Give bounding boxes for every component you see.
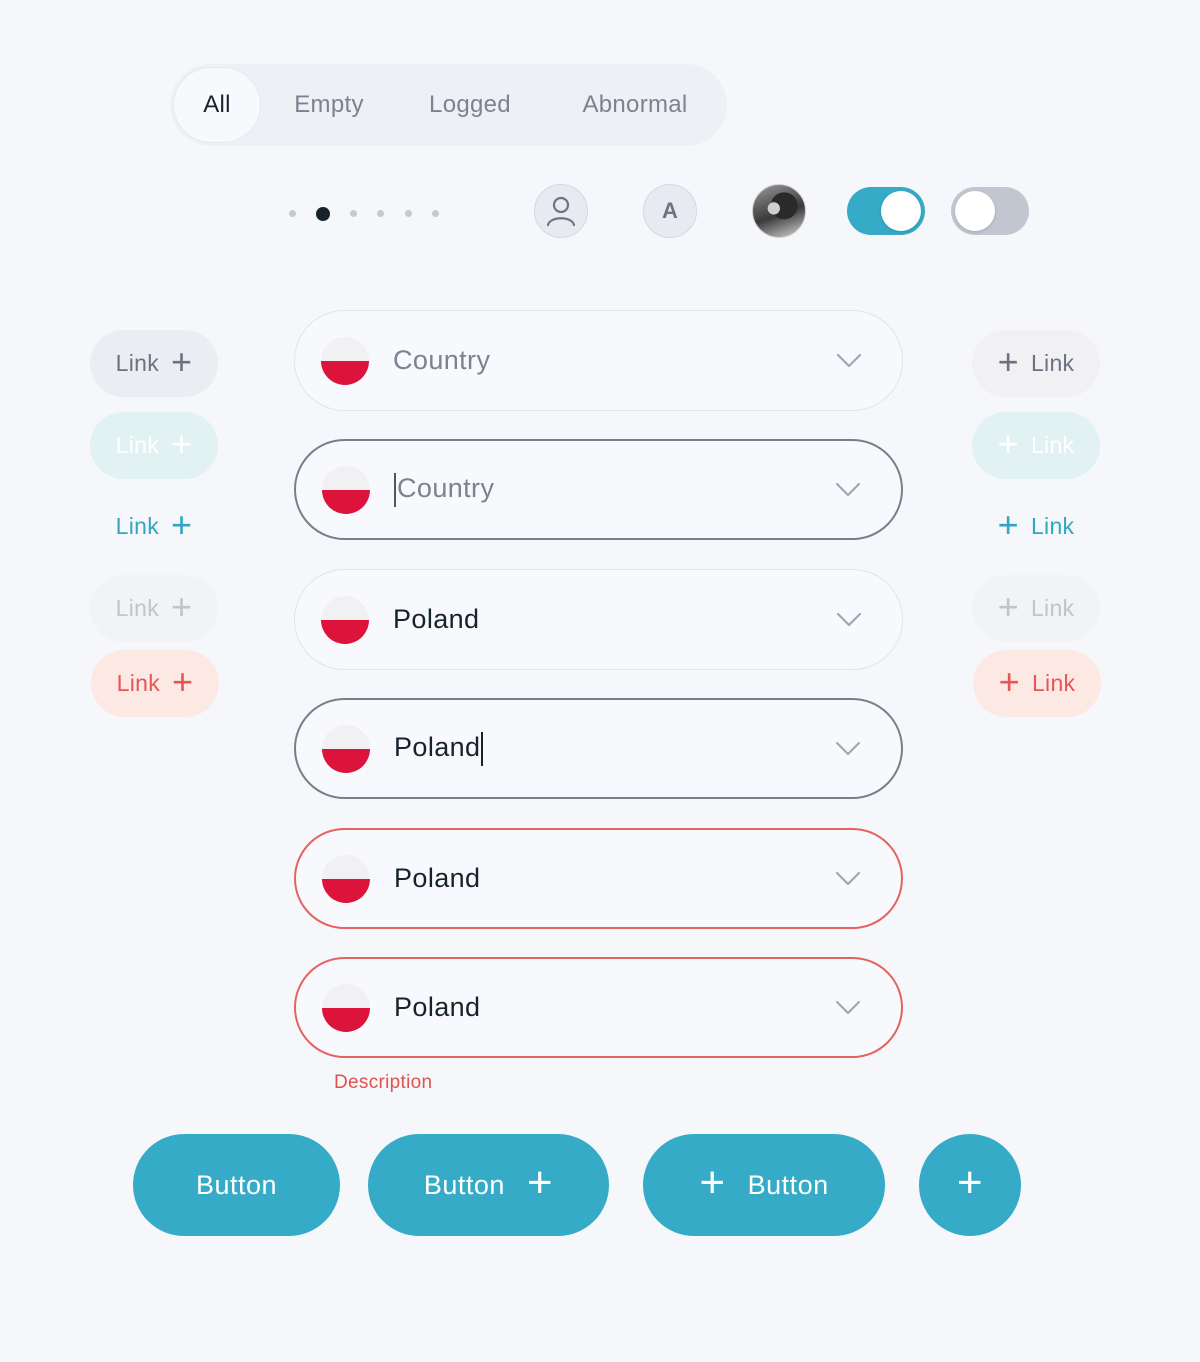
link-chip-hover[interactable]: Link + xyxy=(90,412,218,479)
chevron-down-icon xyxy=(836,612,862,626)
poland-flag-icon xyxy=(322,983,370,1032)
chevron-down-icon xyxy=(835,1000,861,1014)
plus-icon: + xyxy=(997,340,1019,382)
pagination-dot[interactable] xyxy=(377,210,384,217)
country-select-error-description[interactable]: Poland xyxy=(294,957,903,1058)
pagination-dot[interactable] xyxy=(405,210,412,217)
avatar-empty[interactable] xyxy=(534,184,588,238)
pagination-dot[interactable] xyxy=(432,210,439,217)
link-label: Link xyxy=(1031,670,1076,696)
country-select-focused[interactable]: Country xyxy=(294,439,903,540)
toggle-on[interactable] xyxy=(847,187,925,235)
country-select-filled-focused[interactable]: Poland xyxy=(294,698,903,799)
button-label: Button xyxy=(423,1169,505,1200)
segmented-control: All Empty Logged Abnormal xyxy=(170,64,727,146)
country-select-error[interactable]: Poland xyxy=(294,828,903,929)
pagination-dot[interactable] xyxy=(350,210,357,217)
poland-flag-icon xyxy=(322,465,370,514)
plus-icon: + xyxy=(171,585,193,627)
poland-flag-icon xyxy=(322,854,370,903)
plus-icon: + xyxy=(526,1157,554,1207)
field-error-description: Description xyxy=(334,1072,433,1093)
plus-icon: + xyxy=(171,340,193,382)
text-cursor xyxy=(394,472,396,507)
link-label: Link xyxy=(115,595,160,621)
select-value-text: Poland xyxy=(394,731,481,762)
avatar-letter: A xyxy=(662,198,678,223)
icon-button-add[interactable]: + xyxy=(919,1134,1021,1236)
link-chip-ghost[interactable]: + Link xyxy=(972,493,1100,560)
plus-icon: + xyxy=(997,503,1019,545)
poland-flag-icon xyxy=(322,724,370,773)
toggle-knob xyxy=(955,191,995,231)
plus-icon: + xyxy=(699,1157,726,1207)
link-label: Link xyxy=(115,350,160,376)
tab-logged[interactable]: Logged xyxy=(410,68,530,142)
select-value: Poland xyxy=(394,731,484,766)
plus-icon: + xyxy=(171,503,193,545)
link-label: Link xyxy=(1030,432,1075,458)
link-label: Link xyxy=(116,670,161,696)
toggle-knob xyxy=(881,191,921,231)
link-chip-default[interactable]: + Link xyxy=(972,330,1100,397)
link-label: Link xyxy=(1030,595,1075,621)
link-chip-ghost[interactable]: Link + xyxy=(90,493,218,560)
plus-icon: + xyxy=(997,585,1019,627)
text-cursor xyxy=(481,731,484,766)
link-chip-disabled[interactable]: Link + xyxy=(90,575,218,642)
select-placeholder: Country xyxy=(393,345,491,375)
button-label: Button xyxy=(747,1169,829,1200)
link-chip-hover[interactable]: + Link xyxy=(972,412,1100,479)
link-chip-danger[interactable]: Link + xyxy=(91,650,219,717)
chevron-down-icon xyxy=(836,353,862,367)
plus-icon: + xyxy=(997,422,1019,464)
country-select[interactable]: Country xyxy=(294,310,903,411)
primary-button[interactable]: Button xyxy=(133,1134,340,1236)
plus-icon: + xyxy=(998,660,1020,702)
tab-all[interactable]: All xyxy=(174,68,260,142)
link-label: Link xyxy=(1030,513,1075,539)
plus-icon: + xyxy=(171,422,193,464)
button-label: Button xyxy=(195,1169,278,1200)
avatar-initial[interactable]: A xyxy=(643,184,697,238)
pagination-dot-active[interactable] xyxy=(316,207,330,221)
select-value: Poland xyxy=(393,604,480,634)
chevron-down-icon xyxy=(835,871,861,885)
select-value: Poland xyxy=(394,863,481,893)
tab-abnormal[interactable]: Abnormal xyxy=(560,68,710,142)
link-label: Link xyxy=(115,432,160,458)
toggle-off[interactable] xyxy=(951,187,1029,235)
link-chip-disabled[interactable]: + Link xyxy=(972,575,1100,642)
chevron-down-icon xyxy=(835,482,861,496)
plus-icon: + xyxy=(956,1157,984,1207)
user-icon xyxy=(546,196,576,227)
link-label: Link xyxy=(1030,350,1075,376)
select-value: Poland xyxy=(394,992,481,1022)
pagination-dot[interactable] xyxy=(289,210,296,217)
country-select-filled[interactable]: Poland xyxy=(294,569,903,670)
primary-button-icon-left[interactable]: + Button xyxy=(643,1134,885,1236)
link-chip-danger[interactable]: + Link xyxy=(973,650,1101,717)
select-placeholder-text: Country xyxy=(397,472,495,503)
select-placeholder: Country xyxy=(394,472,495,507)
link-label: Link xyxy=(115,513,160,539)
primary-button-icon-right[interactable]: Button + xyxy=(368,1134,609,1236)
link-chip-default[interactable]: Link + xyxy=(90,330,218,397)
chevron-down-icon xyxy=(835,741,861,755)
avatar-photo[interactable] xyxy=(752,184,806,238)
tab-empty[interactable]: Empty xyxy=(274,68,384,142)
poland-flag-icon xyxy=(321,595,369,644)
plus-icon: + xyxy=(172,660,194,702)
poland-flag-icon xyxy=(321,336,369,385)
